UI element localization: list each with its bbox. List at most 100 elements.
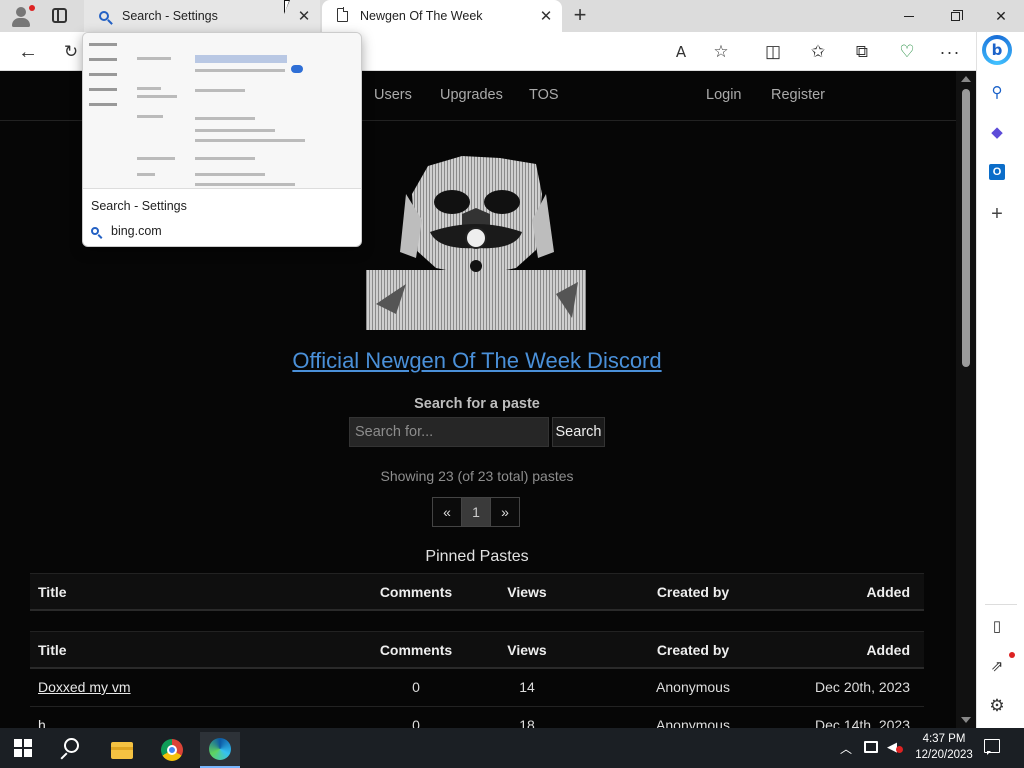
browser-tab-bar: Search - Settings ✕ Newgen Of The Week ✕… — [0, 0, 1024, 32]
paste-comments: 0 — [412, 717, 420, 728]
search-button[interactable]: Search — [552, 417, 605, 447]
outlook-icon[interactable]: O — [987, 162, 1007, 182]
system-clock[interactable]: 4:37 PM 12/20/2023 — [912, 731, 976, 763]
tab-preview-title: Search - Settings — [91, 199, 187, 213]
browser-essentials-icon[interactable]: ♡ — [896, 41, 918, 63]
favorite-star-icon[interactable]: ☆ — [710, 41, 732, 63]
restore-window-button[interactable] — [932, 0, 978, 32]
column-header-views: Views — [507, 584, 547, 600]
scroll-up-arrow-icon[interactable] — [961, 76, 971, 82]
paste-search-input[interactable] — [349, 417, 549, 447]
pagination-prev-button[interactable]: « — [432, 497, 462, 527]
clock-time: 4:37 PM — [922, 733, 966, 745]
paste-added-date: Dec 20th, 2023 — [815, 679, 910, 695]
network-icon[interactable] — [864, 741, 878, 753]
close-tab-icon[interactable]: ✕ — [294, 7, 314, 25]
tab-preview-url-text: bing.com — [111, 224, 162, 238]
edge-sidebar: b ⚲ ◆ O + ▯ ⇗ ⚙ — [976, 32, 1024, 728]
sidebar-search-icon[interactable]: ⚲ — [987, 82, 1007, 102]
new-tab-plus-icon[interactable]: + — [570, 4, 590, 26]
tab-title: Newgen Of The Week — [360, 9, 483, 23]
split-screen-icon[interactable]: ◫ — [762, 41, 784, 63]
nav-login-link[interactable]: Login — [706, 87, 741, 103]
nav-upgrades-link[interactable]: Upgrades — [440, 87, 503, 103]
discord-link[interactable]: Official Newgen Of The Week Discord — [0, 348, 954, 374]
paste-created-by: Anonymous — [656, 717, 730, 728]
paste-comments: 0 — [412, 679, 420, 695]
paste-created-by: Anonymous — [656, 679, 730, 695]
profile-avatar-icon[interactable] — [10, 5, 35, 27]
favorites-icon[interactable]: ✩ — [807, 41, 829, 63]
nav-tos-link[interactable]: TOS — [529, 87, 559, 103]
column-header-views: Views — [507, 642, 547, 658]
external-link-icon[interactable]: ⇗ — [987, 656, 1007, 676]
column-header-created-by: Created by — [656, 642, 730, 658]
table-header-row: Title Comments Views Created by Added — [30, 631, 924, 669]
collections-icon[interactable]: ⧉ — [851, 41, 873, 63]
page-scrollbar[interactable] — [956, 71, 976, 728]
column-header-added: Added — [866, 584, 910, 600]
read-aloud-icon[interactable]: A — [670, 41, 692, 63]
table-header-row: Title Comments Views Created by Added — [30, 573, 924, 611]
close-tab-icon[interactable]: ✕ — [536, 7, 556, 25]
column-header-added: Added — [866, 642, 910, 658]
windows-taskbar: ︿ ◀ 4:37 PM 12/20/2023 — [0, 728, 1024, 768]
column-header-title: Title — [38, 642, 67, 658]
nav-register-link[interactable]: Register — [771, 87, 825, 103]
pinned-pastes-heading: Pinned Pastes — [425, 548, 529, 565]
mouse-cursor-icon — [284, 0, 290, 14]
column-header-title: Title — [38, 584, 67, 600]
paste-added-date: Dec 14th, 2023 — [815, 717, 910, 728]
close-window-button[interactable]: ✕ — [978, 0, 1024, 32]
tab-hover-preview[interactable]: Search - Settings bing.com — [82, 32, 362, 247]
more-menu-icon[interactable]: ··· — [939, 41, 961, 63]
pinned-pastes-table: Title Comments Views Created by Added — [30, 573, 924, 611]
sidebar-divider — [985, 604, 1017, 605]
tab-title: Search - Settings — [122, 9, 218, 23]
tab-newgen-of-the-week[interactable]: Newgen Of The Week ✕ — [322, 0, 562, 32]
paste-title-link[interactable]: Doxxed my vm — [38, 669, 131, 705]
file-explorer-icon[interactable] — [102, 732, 142, 768]
back-arrow-icon[interactable]: ← — [17, 41, 39, 63]
column-header-created-by: Created by — [656, 584, 730, 600]
taskbar-search-icon[interactable] — [60, 738, 82, 760]
pagination: « 1 » — [432, 497, 520, 527]
pagination-next-button[interactable]: » — [490, 497, 520, 527]
search-heading: Search for a paste — [414, 396, 540, 412]
bing-copilot-icon[interactable]: b — [982, 35, 1012, 65]
tab-preview-thumbnail — [83, 33, 361, 189]
table-row: h 0 18 Anonymous Dec 14th, 2023 — [30, 707, 924, 728]
windows-start-icon[interactable] — [14, 739, 32, 757]
tab-actions-icon[interactable] — [52, 8, 67, 23]
search-icon — [96, 9, 112, 24]
notification-dot — [1009, 652, 1015, 658]
paste-views: 18 — [519, 717, 535, 728]
paste-title-link[interactable]: h — [38, 707, 46, 728]
show-hidden-icons-chevron-icon[interactable]: ︿ — [840, 740, 852, 757]
column-header-comments: Comments — [379, 642, 453, 658]
add-sidebar-app-icon[interactable]: + — [987, 203, 1007, 225]
nav-users-link[interactable]: Users — [374, 87, 412, 103]
pagination-page-button[interactable]: 1 — [461, 497, 491, 527]
reload-icon[interactable]: ↻ — [60, 41, 82, 63]
chrome-icon[interactable] — [152, 732, 192, 768]
notifications-icon[interactable] — [984, 739, 1000, 755]
scroll-thumb[interactable] — [962, 89, 970, 367]
edge-browser-icon[interactable] — [200, 732, 240, 768]
document-icon — [334, 7, 350, 25]
minimize-window-button[interactable] — [886, 0, 932, 32]
sidebar-tools-icon[interactable]: ◆ — [987, 122, 1007, 142]
scroll-down-arrow-icon[interactable] — [961, 717, 971, 723]
hide-sidebar-icon[interactable]: ▯ — [987, 616, 1007, 636]
table-row: Doxxed my vm 0 14 Anonymous Dec 20th, 20… — [30, 669, 924, 707]
tab-preview-url: bing.com — [91, 224, 162, 238]
clock-date: 12/20/2023 — [915, 749, 973, 761]
pastes-table: Title Comments Views Created by Added Do… — [30, 631, 924, 728]
search-icon — [91, 227, 99, 235]
sidebar-settings-gear-icon[interactable]: ⚙ — [987, 696, 1007, 716]
volume-muted-badge — [896, 746, 903, 753]
paste-count-text: Showing 23 (of 23 total) pastes — [380, 468, 574, 484]
column-header-comments: Comments — [379, 584, 453, 600]
site-logo-skull-image — [366, 156, 586, 330]
paste-views: 14 — [519, 679, 535, 695]
